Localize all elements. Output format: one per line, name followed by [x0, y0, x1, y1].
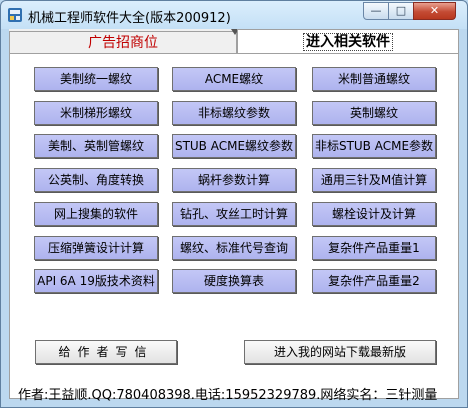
software-button[interactable]: 压缩弹簧设计计算 [34, 236, 158, 260]
close-icon: ✕ [429, 4, 440, 17]
client-area: 广告招商位 进入相关软件 美制统一螺纹 ACME螺纹 米制普通螺纹米制梯形螺纹 非标螺… [9, 29, 459, 403]
software-button[interactable]: 英制螺纹 [312, 101, 436, 125]
close-button[interactable]: ✕ [413, 2, 456, 20]
tab-advertising-label: 广告招商位 [88, 35, 158, 51]
software-button[interactable]: 钻孔、攻丝工时计算 [172, 202, 296, 226]
software-button[interactable]: 米制普通螺纹 [312, 67, 436, 91]
maximize-button[interactable]: □ [388, 2, 414, 20]
window-title: 机械工程师软件大全(版本200912) [28, 11, 231, 26]
software-button[interactable]: 螺栓设计及计算 [312, 202, 436, 226]
software-button[interactable]: 复杂件产品重量1 [312, 236, 436, 260]
tab-bar: 广告招商位 进入相关软件 [9, 29, 459, 54]
minimize-icon: — [370, 4, 382, 17]
software-button[interactable]: 硬度换算表 [172, 269, 296, 293]
software-button[interactable]: 美制统一螺纹 [34, 67, 158, 91]
tab-related-software-label: 进入相关软件 [303, 33, 393, 51]
software-button[interactable]: 非标STUB ACME参数 [312, 134, 436, 158]
software-button[interactable]: 米制梯形螺纹 [34, 101, 158, 125]
title-bar[interactable]: 机械工程师软件大全(版本200912) — □ ✕ [1, 1, 467, 29]
software-button[interactable]: 非标螺纹参数 [172, 101, 296, 125]
software-button[interactable]: STUB ACME螺纹参数 [172, 134, 296, 158]
write-to-author-button[interactable]: 给作者写信 [35, 340, 177, 364]
software-button[interactable]: 通用三针及M值计算 [312, 168, 436, 192]
tab-advertising[interactable]: 广告招商位 [9, 31, 237, 53]
software-button[interactable]: 复杂件产品重量2 [312, 269, 436, 293]
software-button[interactable]: 公英制、角度转换 [34, 168, 158, 192]
software-button[interactable]: 蜗杆参数计算 [172, 168, 296, 192]
software-button[interactable]: ACME螺纹 [172, 67, 296, 91]
software-panel: 美制统一螺纹 ACME螺纹 米制普通螺纹米制梯形螺纹 非标螺纹参数 英制螺纹美制、英制管… [9, 53, 459, 403]
software-button[interactable]: 美制、英制管螺纹 [34, 134, 158, 158]
software-button[interactable]: 螺纹、标准代号查询 [172, 236, 296, 260]
software-button[interactable]: API 6A 19版技术资料 [34, 269, 158, 293]
maximize-icon: □ [395, 4, 407, 17]
tab-related-software[interactable]: 进入相关软件 [237, 29, 459, 54]
app-icon [8, 8, 22, 22]
app-window: 机械工程师软件大全(版本200912) — □ ✕ 广告招商位 进入相关软件 美… [0, 0, 468, 408]
minimize-button[interactable]: — [363, 2, 389, 20]
author-info: 作者:王益顺.QQ:780408398.电话:15952329789.网络实名：… [18, 388, 438, 403]
download-latest-button[interactable]: 进入我的网站下载最新版 [244, 340, 436, 364]
software-button[interactable]: 网上搜集的软件 [34, 202, 158, 226]
